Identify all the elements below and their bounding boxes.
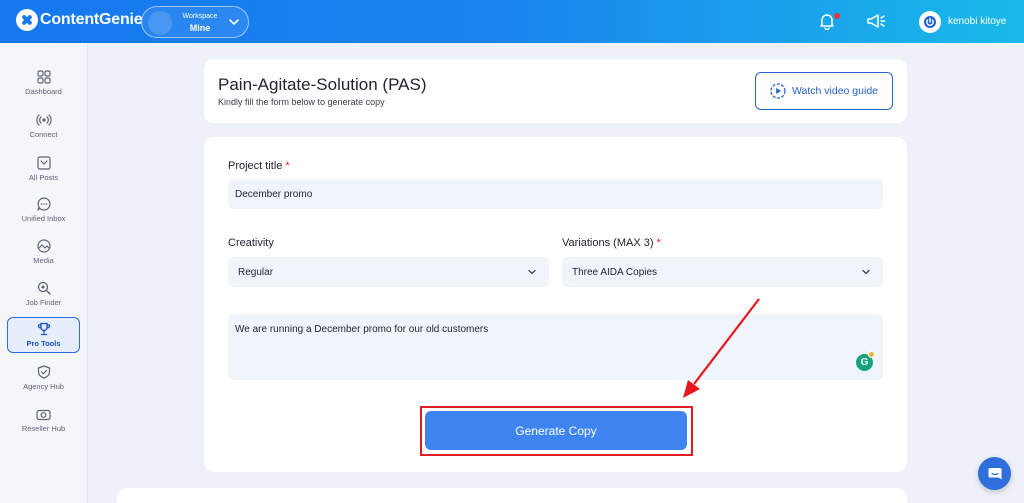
image-icon <box>36 239 51 253</box>
watch-video-guide-label: Watch video guide <box>792 85 878 97</box>
trophy-icon <box>37 322 50 336</box>
header-card: Pain-Agitate-Solution (PAS) Kindly fill … <box>204 59 907 123</box>
variations-select[interactable]: Three AIDA Copies <box>562 257 883 287</box>
grammarly-badge <box>868 351 875 358</box>
project-title-label-text: Project title <box>228 160 283 172</box>
description-textarea[interactable]: We are running a December promo for our … <box>228 314 883 380</box>
variations-label-text: Variations (MAX 3) <box>562 237 654 249</box>
bell-icon[interactable] <box>819 13 835 35</box>
required-marker: * <box>285 160 290 172</box>
page-title: Pain-Agitate-Solution (PAS) <box>218 75 427 94</box>
top-bar: ContentGenie Workspace Mine kenobi kitoy… <box>0 0 1024 43</box>
workspace-switcher[interactable]: Workspace Mine <box>141 6 249 38</box>
sidebar-item-label: Dashboard <box>25 87 62 96</box>
sidebar-item-label: Job Finder <box>25 298 62 307</box>
app-logo[interactable]: ContentGenie <box>16 9 143 31</box>
user-avatar[interactable] <box>919 11 941 33</box>
generate-copy-button[interactable]: Generate Copy <box>425 411 687 450</box>
bottom-card <box>117 488 907 503</box>
project-title-value: December promo <box>235 188 313 200</box>
page-subtitle: Kindly fill the form below to generate c… <box>218 97 385 107</box>
watch-video-guide-button[interactable]: Watch video guide <box>755 72 893 110</box>
sidebar-item-label: Agency Hub <box>23 382 64 391</box>
creativity-select[interactable]: Regular <box>228 257 549 287</box>
sidebar-item-connect[interactable]: Connect <box>7 108 80 144</box>
broadcast-icon <box>35 114 52 126</box>
sidebar-item-label: All Posts <box>28 173 59 182</box>
sidebar-item-job-finder[interactable]: Job Finder <box>7 276 80 312</box>
creativity-value: Regular <box>238 266 274 278</box>
sidebar-item-agency-hub[interactable]: Agency Hub <box>7 360 80 396</box>
shield-icon <box>37 365 50 379</box>
notification-dot <box>834 13 840 19</box>
chevron-down-icon <box>861 267 871 280</box>
chat-icon <box>36 197 51 211</box>
sidebar-item-label: Reseller Hub <box>21 423 66 433</box>
user-name[interactable]: kenobi kitoye <box>948 16 1006 27</box>
project-title-input[interactable]: December promo <box>228 179 883 209</box>
workspace-name: Mine <box>189 23 211 33</box>
workspace-label: Workspace <box>182 13 218 20</box>
sidebar-item-all-posts[interactable]: All Posts <box>7 151 80 187</box>
sidebar-item-label: Connect <box>29 130 58 139</box>
sidebar-item-label: Pro Tools <box>26 339 61 348</box>
description-value: We are running a December promo for our … <box>235 324 489 335</box>
sidebar-item-media[interactable]: Media <box>7 234 80 270</box>
support-chat-button[interactable] <box>978 457 1011 490</box>
search-icon <box>37 281 51 295</box>
camera-icon <box>36 409 51 420</box>
sidebar: Dashboard Connect All Posts Unified Inbo… <box>0 43 88 503</box>
sidebar-item-label: Unified Inbox <box>21 214 66 223</box>
logo-icon <box>16 9 38 31</box>
app-name: ContentGenie <box>40 11 143 28</box>
sidebar-item-unified-inbox[interactable]: Unified Inbox <box>7 192 80 228</box>
megaphone-icon[interactable] <box>866 13 886 35</box>
chevron-down-icon <box>527 267 537 280</box>
workspace-avatar <box>148 11 172 35</box>
creativity-label: Creativity <box>228 237 274 249</box>
chevron-down-icon <box>228 15 240 33</box>
required-marker: * <box>656 237 661 249</box>
sidebar-item-pro-tools[interactable]: Pro Tools <box>7 317 80 353</box>
grid-icon <box>36 70 51 84</box>
sidebar-item-reseller-hub[interactable]: Reseller Hub <box>7 402 80 438</box>
sidebar-item-dashboard[interactable]: Dashboard <box>7 65 80 101</box>
variations-label: Variations (MAX 3) * <box>562 237 661 249</box>
sidebar-item-label: Media <box>33 256 54 265</box>
inbox-icon <box>36 156 51 170</box>
variations-value: Three AIDA Copies <box>572 266 658 278</box>
play-circle-icon <box>770 83 786 99</box>
chat-bubble-icon <box>988 467 1001 479</box>
project-title-label: Project title * <box>228 160 290 172</box>
